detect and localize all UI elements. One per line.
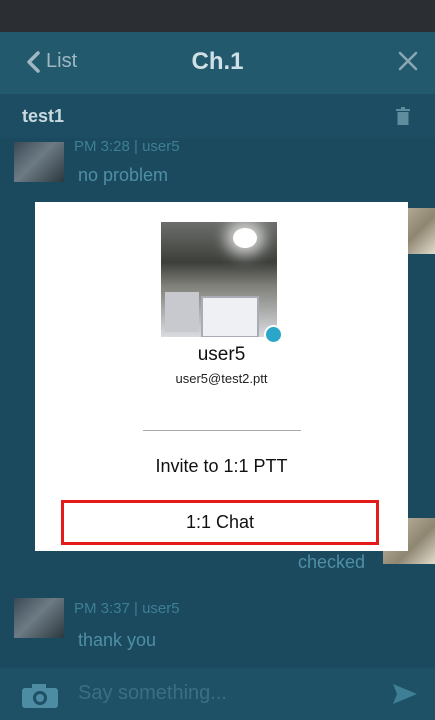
photo-panel bbox=[165, 292, 199, 332]
one-to-one-chat-button[interactable]: 1:1 Chat bbox=[61, 500, 379, 545]
online-status-dot bbox=[264, 325, 283, 344]
divider bbox=[143, 430, 301, 431]
user-photo bbox=[161, 222, 277, 337]
photo-screen bbox=[201, 296, 259, 337]
invite-ptt-button[interactable]: Invite to 1:1 PTT bbox=[35, 456, 408, 477]
user-dialog: user5 user5@test2.ptt Invite to 1:1 PTT … bbox=[35, 202, 408, 551]
dialog-email: user5@test2.ptt bbox=[175, 371, 268, 386]
dialog-username: user5 bbox=[197, 344, 246, 365]
photo-lamp bbox=[233, 228, 257, 248]
